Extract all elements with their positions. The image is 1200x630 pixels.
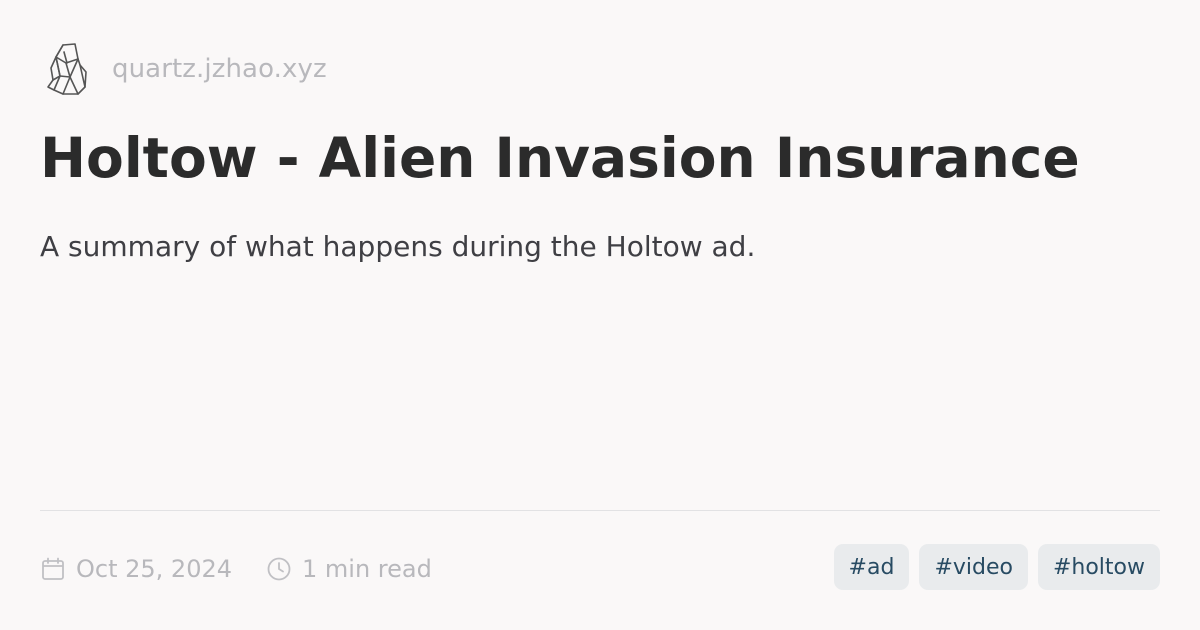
- tag-video[interactable]: #video: [919, 544, 1028, 590]
- crystal-logo-icon: [47, 43, 87, 95]
- tag-holtow[interactable]: #holtow: [1037, 544, 1160, 590]
- reading-time-text: 1 min read: [302, 555, 432, 583]
- reading-time: 1 min read: [266, 555, 432, 583]
- clock-icon: [267, 557, 291, 581]
- site-header: quartz.jzhao.xyz: [46, 40, 327, 98]
- publish-date-text: Oct 25, 2024: [76, 555, 232, 583]
- article-meta: Oct 25, 2024 1 min read: [40, 548, 432, 590]
- site-name[interactable]: quartz.jzhao.xyz: [112, 54, 327, 84]
- tag-ad[interactable]: #ad: [833, 544, 910, 590]
- tag-list: #ad #video #holtow: [833, 544, 1160, 590]
- page-description: A summary of what happens during the Hol…: [40, 230, 756, 263]
- page-title: Holtow - Alien Invasion Insurance: [40, 126, 1080, 190]
- content-divider: [40, 510, 1160, 511]
- calendar-icon: [42, 557, 64, 580]
- publish-date: Oct 25, 2024: [40, 555, 232, 583]
